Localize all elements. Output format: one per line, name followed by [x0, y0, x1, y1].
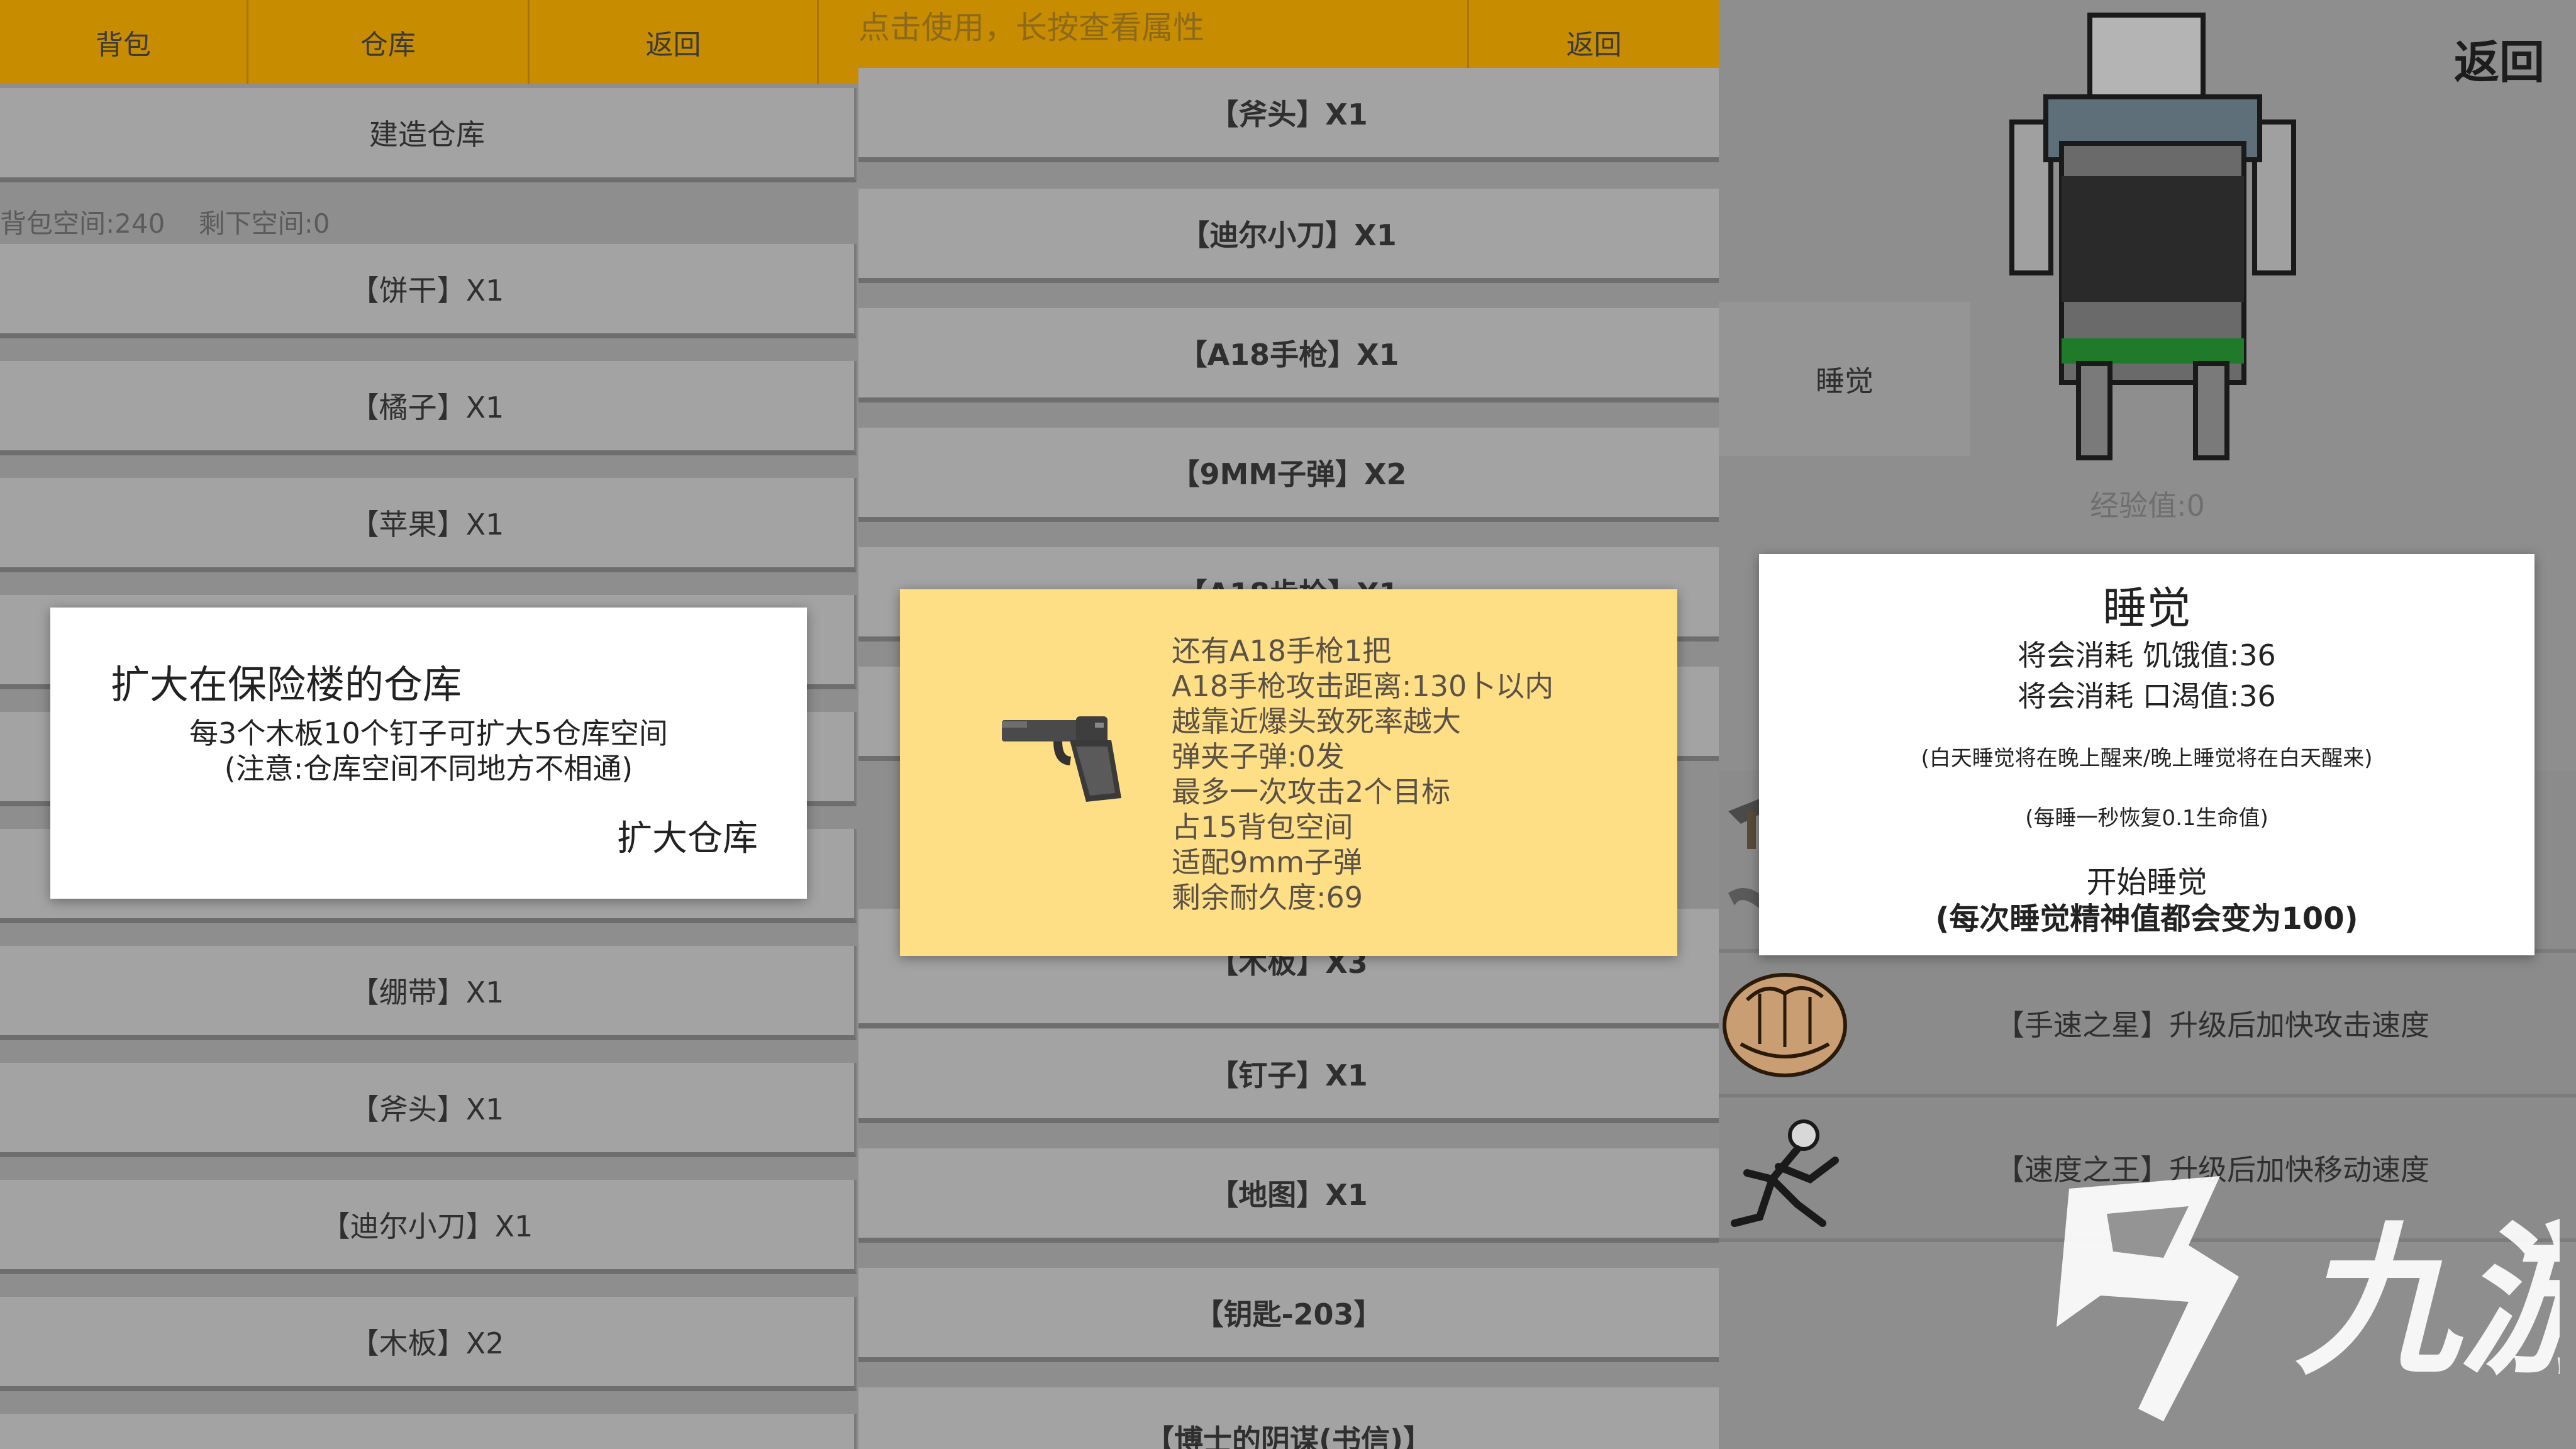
- list-item[interactable]: 【迪尔小刀】X1: [858, 189, 1719, 283]
- skill-row[interactable]: 【手速之星】升级后加快攻击速度: [1719, 953, 2576, 1097]
- attr-line: 越靠近爆头致死率越大: [1172, 704, 1461, 738]
- tab-back[interactable]: 返回: [530, 0, 819, 84]
- list-item[interactable]: 【斧头】X1: [858, 68, 1719, 162]
- list-item[interactable]: 【迪尔小刀】X1: [0, 1180, 857, 1274]
- list-item[interactable]: 【钉子】X1: [858, 1029, 1719, 1123]
- hunger-cost: 将会消耗 饥饿值:36: [2018, 638, 2276, 672]
- attr-line: 弹夹子弹:0发: [1172, 740, 1345, 774]
- attr-line: 还有A18手枪1把: [1172, 634, 1392, 668]
- attr-line: 最多一次攻击2个目标: [1172, 775, 1451, 809]
- sleep-note: (白天睡觉将在晚上醒来/晚上睡觉将在白天醒来): [1921, 746, 2373, 771]
- list-item[interactable]: 【饼干】X1: [0, 244, 857, 338]
- list-item[interactable]: 【钥匙-203】: [858, 1268, 1719, 1362]
- tab-storage[interactable]: 仓库: [248, 0, 530, 84]
- inventory-panel: 背包 仓库 返回 建造仓库 背包空间:240 剩下空间:0 【饼干】X1 【橘子…: [0, 0, 858, 1449]
- list-item[interactable]: [0, 1414, 857, 1449]
- health-note: (每睡一秒恢复0.1生命值): [2025, 806, 2268, 831]
- fist-icon: [1723, 973, 1847, 1077]
- list-item[interactable]: 【木板】X2: [0, 1297, 857, 1391]
- usage-hint: 点击使用，长按查看属性: [858, 9, 1204, 46]
- skill-attack-speed: 【手速之星】升级后加快攻击速度: [1996, 1008, 2429, 1042]
- item-attributes: 还有A18手枪1把 A18手枪攻击距离:130卜以内 越靠近爆头致死率越大 弹夹…: [1172, 633, 1553, 915]
- expand-storage-button[interactable]: 扩大仓库: [617, 810, 758, 861]
- character-figure: [2009, 13, 2296, 460]
- dialog-note: (注意:仓库空间不同地方不相通): [224, 752, 633, 786]
- attr-line: A18手枪攻击距离:130卜以内: [1172, 669, 1554, 703]
- item-list-panel: 点击使用，长按查看属性 返回 【斧头】X1 【迪尔小刀】X1 【A18手枪】X1…: [858, 0, 1719, 1449]
- list-item[interactable]: 【地图】X1: [858, 1148, 1719, 1243]
- experience-label: 经验值:0: [2090, 489, 2205, 523]
- item-attribute-tooltip: 还有A18手枪1把 A18手枪攻击距离:130卜以内 越靠近爆头致死率越大 弹夹…: [900, 589, 1677, 956]
- thirst-cost: 将会消耗 口渴值:36: [2018, 679, 2276, 713]
- pistol-icon: [1002, 716, 1121, 802]
- list-item[interactable]: 【9MM子弹】X2: [858, 428, 1719, 522]
- list-item[interactable]: 【苹果】X1: [0, 478, 857, 572]
- attr-line: 占15背包空间: [1172, 810, 1353, 844]
- sleep-dialog: 睡觉 将会消耗 饥饿值:36 将会消耗 口渴值:36 (白天睡觉将在晚上醒来/晚…: [1759, 554, 2534, 955]
- back-button[interactable]: 返回: [2454, 25, 2545, 91]
- watermark-logo: 九游: [2057, 1176, 2560, 1421]
- list-item[interactable]: 【斧头】X1: [0, 1063, 857, 1157]
- list-item[interactable]: 【A18手枪】X1: [858, 308, 1719, 402]
- build-storage-button[interactable]: 建造仓库: [0, 88, 857, 182]
- running-man-icon: [1731, 1119, 1839, 1227]
- backpack-space-info: 背包空间:240 剩下空间:0: [0, 208, 330, 239]
- list-item[interactable]: 【橘子】X1: [0, 361, 857, 455]
- dialog-title: 睡觉: [2102, 582, 2191, 634]
- dialog-title: 扩大在保险楼的仓库: [111, 662, 462, 708]
- attr-line: 适配9mm子弹: [1172, 845, 1362, 879]
- start-sleep-note: (每次睡觉精神值都会变为100): [1935, 901, 2358, 936]
- list-item[interactable]: 【博士的阴谋(书信)】: [858, 1387, 1719, 1449]
- sleep-button[interactable]: 睡觉: [1719, 302, 1970, 456]
- list-item[interactable]: 【绷带】X1: [0, 946, 857, 1040]
- watermark-text: 九游: [2296, 1208, 2560, 1397]
- inventory-top-bar: 背包 仓库 返回: [0, 0, 858, 84]
- attr-line: 剩余耐久度:69: [1172, 880, 1363, 914]
- tab-backpack[interactable]: 背包: [0, 0, 248, 84]
- expand-storage-dialog: 扩大在保险楼的仓库 每3个木板10个钉子可扩大5仓库空间 (注意:仓库空间不同地…: [50, 608, 807, 899]
